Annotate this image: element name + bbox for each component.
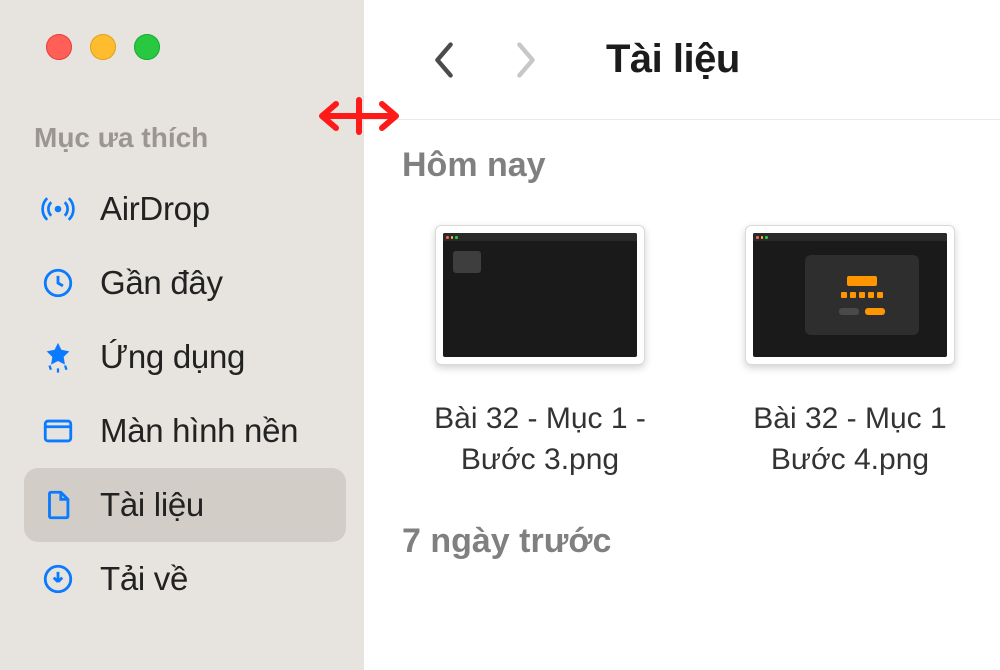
content-area: Tài liệu Hôm nay Bài 32 - Mục 1 - Bước 3… [364,0,1000,670]
sidebar-item-downloads[interactable]: Tải về [24,542,346,616]
applications-icon [38,337,78,377]
group-header-7days: 7 ngày trước [402,522,976,561]
file-thumbnail [745,225,955,365]
file-name: Bài 32 - Mục 1 Bước 4.png [753,399,946,480]
sidebar-item-label: Gần đây [100,264,223,302]
sidebar: Mục ưa thích AirDrop Gần đây [0,0,364,670]
nav-back-button[interactable] [422,38,466,82]
sidebar-item-label: Ứng dụng [100,338,245,376]
zoom-window-button[interactable] [134,34,160,60]
desktop-icon [38,411,78,451]
sidebar-item-documents[interactable]: Tài liệu [24,468,346,542]
file-name: Bài 32 - Mục 1 - Bước 3.png [434,399,646,480]
group-header-today: Hôm nay [402,146,976,185]
sidebar-item-desktop[interactable]: Màn hình nền [24,394,346,468]
file-item[interactable]: Bài 32 - Mục 1 - Bước 3.png [414,225,666,480]
sidebar-item-applications[interactable]: Ứng dụng [24,320,346,394]
document-icon [38,485,78,525]
sidebar-item-label: Tải về [100,560,188,598]
finder-window: Mục ưa thích AirDrop Gần đây [0,0,1000,670]
minimize-window-button[interactable] [90,34,116,60]
file-grid: Bài 32 - Mục 1 - Bước 3.png Bài 32 - Mục… [414,225,976,480]
file-item[interactable]: Bài 32 - Mục 1 Bước 4.png [724,225,976,480]
window-controls [46,34,346,60]
file-list: Hôm nay Bài 32 - Mục 1 - Bước 3.png Bài … [364,120,1000,670]
sidebar-item-airdrop[interactable]: AirDrop [24,172,346,246]
toolbar: Tài liệu [364,0,1000,120]
sidebar-item-label: AirDrop [100,190,210,228]
file-thumbnail [435,225,645,365]
airdrop-icon [38,189,78,229]
sidebar-item-recents[interactable]: Gần đây [24,246,346,320]
sidebar-item-label: Tài liệu [100,486,204,524]
location-title: Tài liệu [606,37,740,82]
download-icon [38,559,78,599]
clock-icon [38,263,78,303]
close-window-button[interactable] [46,34,72,60]
nav-forward-button[interactable] [504,38,548,82]
sidebar-item-label: Màn hình nền [100,412,298,450]
sidebar-section-title: Mục ưa thích [34,122,346,154]
